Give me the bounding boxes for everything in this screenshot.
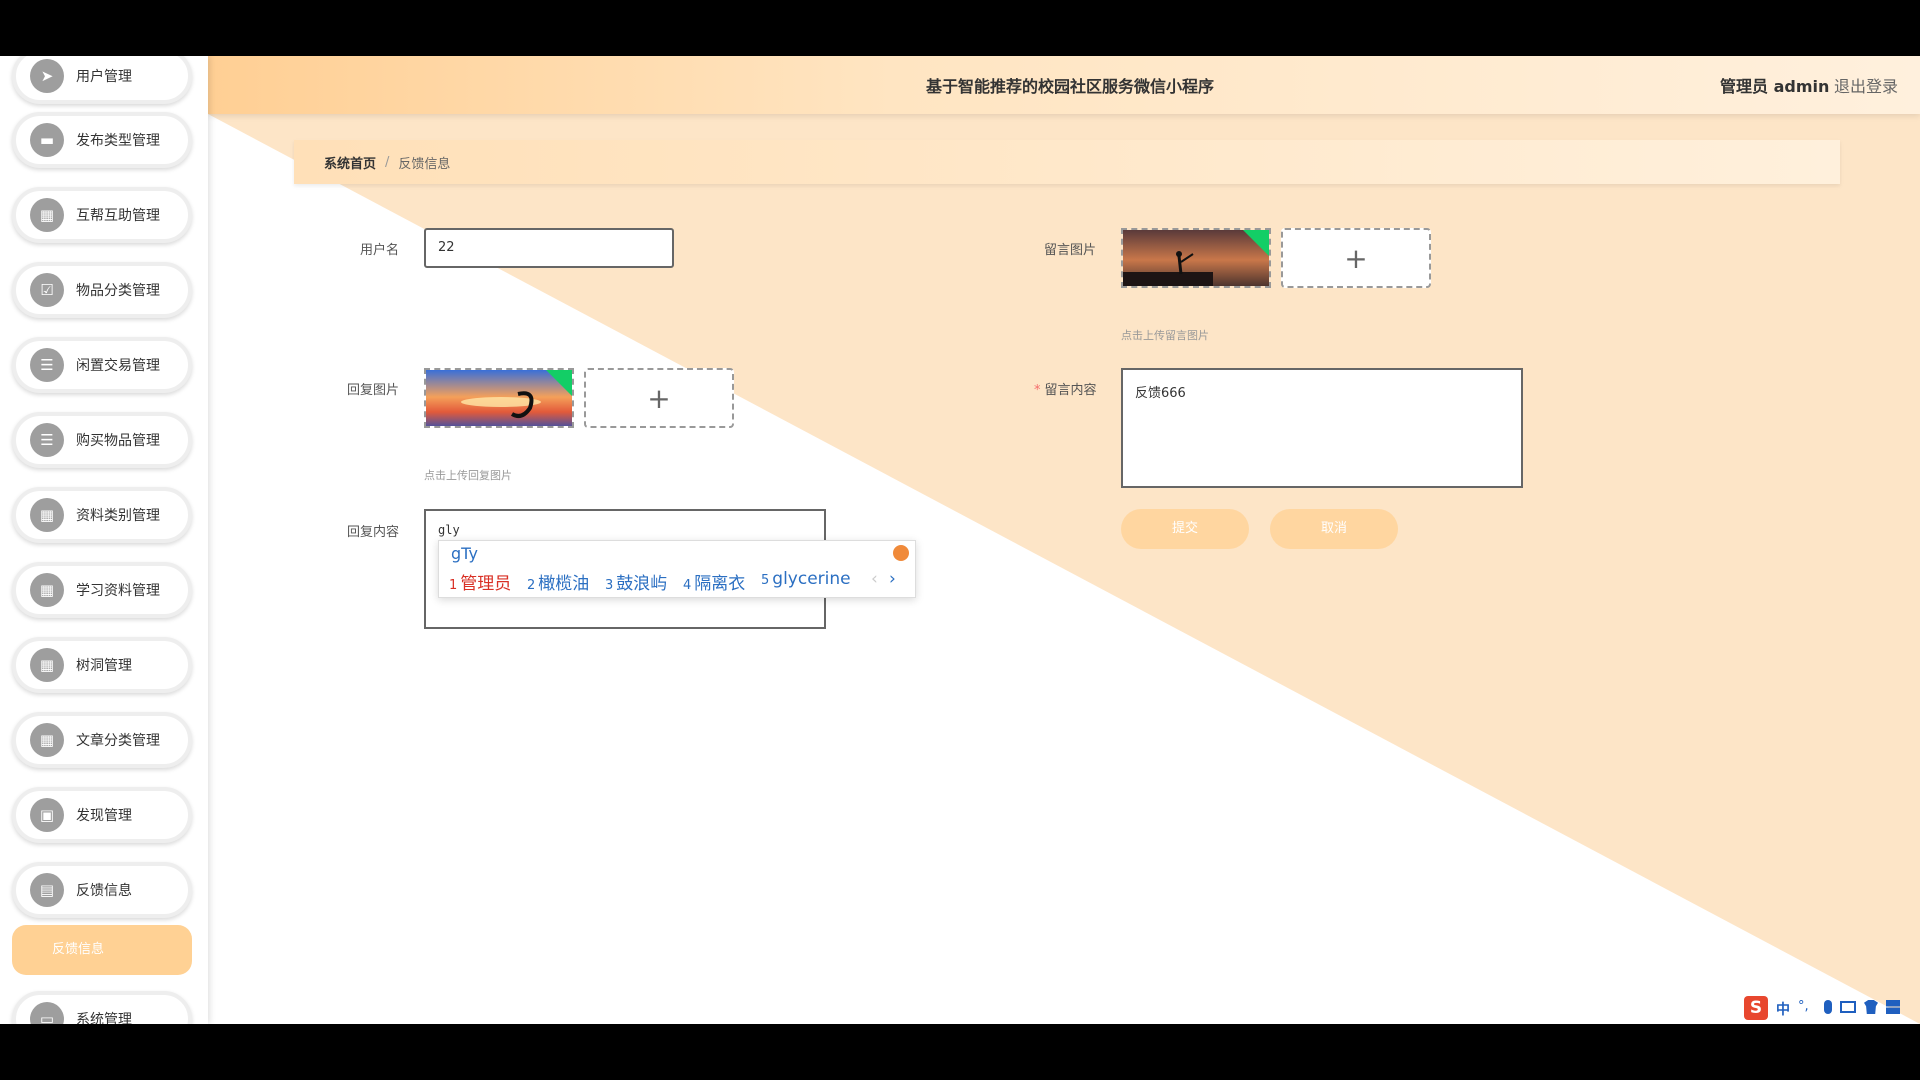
ime-next-page[interactable]: › [889, 569, 896, 589]
message-image-label: 留言图片 [1044, 243, 1097, 258]
keyboard-icon[interactable] [1840, 1001, 1856, 1013]
sidebar-item-material-category[interactable]: ▦ 资料类别管理 [12, 487, 192, 543]
sidebar-item-label: 文章分类管理 [76, 733, 160, 749]
reply-image-hint: 点击上传回复图片 [424, 469, 512, 482]
message-content-textarea[interactable]: 反馈666 [1121, 368, 1523, 488]
candidate-text: 隔离衣 [694, 574, 746, 594]
message-content-label: * 留言内容 [1034, 379, 1097, 398]
logout-link[interactable]: 退出登录 [1834, 73, 1898, 97]
candidate-text: 橄榄油 [538, 574, 590, 594]
candidate-number: 5 [761, 573, 770, 588]
sidebar-item-system[interactable]: ▭ 系统管理 [12, 991, 192, 1024]
ime-prev-page[interactable]: ‹ [871, 569, 878, 589]
ime-composition: gTy [451, 544, 478, 563]
message-image-thumbnail[interactable] [1121, 228, 1271, 288]
ime-skin-icon[interactable] [893, 545, 909, 561]
message-content-label-text: 留言内容 [1044, 383, 1097, 398]
sidebar-item-article-category[interactable]: ▦ 文章分类管理 [12, 712, 192, 768]
main-content: 基于智能推荐的校园社区服务微信小程序 管理员 admin 退出登录 系统首页 /… [208, 56, 1920, 1024]
app-title: 基于智能推荐的校园社区服务微信小程序 [926, 77, 1215, 96]
top-header: 基于智能推荐的校园社区服务微信小程序 管理员 admin 退出登录 [208, 56, 1920, 114]
upload-success-corner [1243, 230, 1269, 256]
grid-icon: ▦ [30, 198, 64, 232]
clipboard-icon: ▣ [30, 798, 64, 832]
message-image-upload-button[interactable]: + [1281, 228, 1431, 288]
sidebar-item-item-category[interactable]: ☑ 物品分类管理 [12, 262, 192, 318]
ime-tray: S 中 °, [1740, 996, 1920, 1024]
grid-icon: ▦ [30, 723, 64, 757]
username-input[interactable]: 22 [424, 228, 674, 268]
ime-candidate-3[interactable]: 3 鼓浪屿 [605, 569, 667, 594]
sidebar-item-feedback[interactable]: ▤ 反馈信息 [12, 862, 192, 918]
ime-candidate-4[interactable]: 4 隔离衣 [683, 569, 745, 594]
sidebar-item-tree-hole[interactable]: ▦ 树洞管理 [12, 637, 192, 693]
microphone-icon[interactable] [1824, 1000, 1832, 1014]
ime-punctuation-indicator[interactable]: °, [1798, 999, 1809, 1014]
sidebar-item-label: 用户管理 [76, 69, 132, 85]
cancel-button[interactable]: 取消 [1270, 509, 1398, 549]
sidebar-item-publish-type[interactable]: ▬ 发布类型管理 [12, 112, 192, 168]
reply-content-label: 回复内容 [347, 525, 400, 540]
list-icon: ☰ [30, 348, 64, 382]
candidate-number: 3 [605, 578, 614, 593]
breadcrumb-current: 反馈信息 [398, 156, 451, 172]
candidate-number: 2 [527, 578, 536, 593]
sidebar-item-discover[interactable]: ▣ 发现管理 [12, 787, 192, 843]
grid-icon: ▦ [30, 498, 64, 532]
sidebar-subitem-feedback[interactable]: 反馈信息 [12, 925, 192, 975]
book-icon: ▤ [30, 873, 64, 907]
sidebar-item-label: 学习资料管理 [76, 583, 160, 599]
toolbox-grid-icon[interactable] [1886, 1000, 1900, 1014]
sidebar-item-label: 物品分类管理 [76, 283, 160, 299]
breadcrumb-home[interactable]: 系统首页 [324, 153, 376, 172]
sidebar-item-label: 树洞管理 [76, 658, 132, 674]
breadcrumb-separator: / [385, 154, 390, 170]
send-icon: ➤ [30, 59, 64, 93]
box-icon: ▬ [30, 123, 64, 157]
sidebar-item-mutual-help[interactable]: ▦ 互帮互助管理 [12, 187, 192, 243]
sidebar-item-label: 资料类别管理 [76, 508, 160, 524]
sidebar-item-label: 互帮互助管理 [76, 208, 160, 224]
reply-image-upload-button[interactable]: + [584, 368, 734, 428]
skin-shirt-icon[interactable] [1864, 1000, 1878, 1014]
sidebar-item-label: 购买物品管理 [76, 433, 160, 449]
reply-image-thumbnail[interactable] [424, 368, 574, 428]
sidebar-item-idle-trade[interactable]: ☰ 闲置交易管理 [12, 337, 192, 393]
sidebar-item-label: 发布类型管理 [76, 133, 160, 149]
candidate-text: glycerine [772, 569, 851, 589]
candidate-text: 鼓浪屿 [616, 574, 668, 594]
sidebar-item-label: 反馈信息 [76, 883, 132, 899]
admin-label: 管理员 admin [1720, 77, 1830, 96]
sidebar-item-user-management[interactable]: ➤ 用户管理 [12, 56, 192, 104]
checkbox-icon: ☑ [30, 273, 64, 307]
sidebar-item-label: 系统管理 [76, 1012, 132, 1024]
candidate-text: 管理员 [460, 574, 512, 594]
upload-success-corner [546, 370, 572, 396]
ime-candidate-1[interactable]: 1 管理员 [449, 569, 511, 594]
monitor-icon: ▭ [30, 1002, 64, 1024]
candidate-number: 4 [683, 578, 692, 593]
grid-icon: ▦ [30, 573, 64, 607]
ime-candidate-popup[interactable]: gTy 1 管理员 2 橄榄油 3 鼓浪屿 4 隔离衣 5 glycerine ‹ › [438, 540, 916, 598]
sidebar: ➤ 用户管理 ▬ 发布类型管理 ▦ 互帮互助管理 ☑ 物品分类管理 ☰ 闲置交易… [0, 56, 208, 1024]
sidebar-item-purchase[interactable]: ☰ 购买物品管理 [12, 412, 192, 468]
message-image-hint: 点击上传留言图片 [1121, 329, 1209, 342]
ime-candidate-2[interactable]: 2 橄榄油 [527, 569, 589, 594]
sidebar-item-study-material[interactable]: ▦ 学习资料管理 [12, 562, 192, 618]
candidate-number: 1 [449, 578, 458, 593]
app-screen: ➤ 用户管理 ▬ 发布类型管理 ▦ 互帮互助管理 ☑ 物品分类管理 ☰ 闲置交易… [0, 56, 1920, 1024]
reply-image-label: 回复图片 [347, 383, 400, 398]
breadcrumb: 系统首页 / 反馈信息 [294, 140, 1840, 184]
required-mark: * [1034, 383, 1041, 398]
grid-icon: ▦ [30, 648, 64, 682]
submit-button[interactable]: 提交 [1121, 509, 1249, 549]
list-icon: ☰ [30, 423, 64, 457]
username-label: 用户名 [360, 243, 400, 258]
ime-language-indicator[interactable]: 中 [1776, 999, 1790, 1019]
sidebar-item-label: 发现管理 [76, 808, 132, 824]
sogou-logo-icon[interactable]: S [1744, 996, 1768, 1020]
ime-candidate-5[interactable]: 5 glycerine [761, 569, 851, 589]
sidebar-item-label: 闲置交易管理 [76, 358, 160, 374]
